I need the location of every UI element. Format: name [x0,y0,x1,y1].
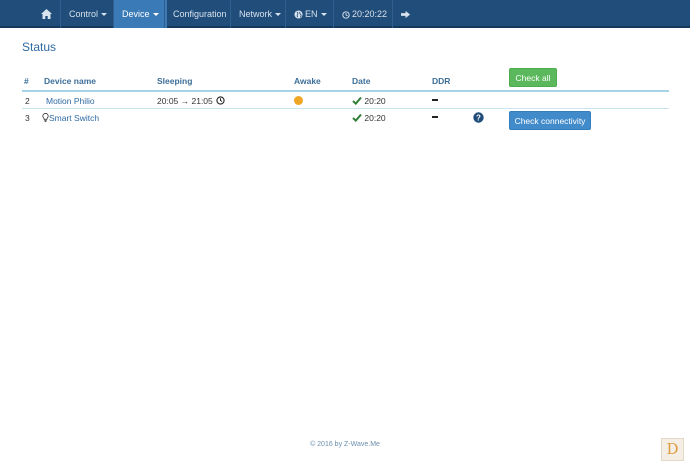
top-navbar: Control Device Configuration Network EN … [0,0,690,28]
awake-indicator-dot [294,96,303,105]
home-icon [41,9,52,19]
nav-home[interactable] [32,0,60,28]
caret-down-icon [320,13,327,17]
lightbulb-icon [42,113,49,123]
header-divider [22,90,669,92]
header-sleeping: Sleeping [157,76,193,86]
nav-control[interactable]: Control [60,0,115,28]
header-date: Date [352,76,371,86]
row-divider [22,108,669,109]
nav-clock-time: 20:20:22 [352,9,388,19]
globe-icon [294,10,303,19]
sleeping-interval-text: 20:05 → 21:05 [157,96,213,106]
device-name-text: Smart Switch [49,113,100,123]
caret-down-icon [101,13,108,17]
row-num: 3 [25,113,30,123]
nav-configuration-label: Configuration [173,9,227,19]
footer-copyright: © 2016 by Z-Wave.Me [310,441,380,448]
header-ddr: DDR [432,76,451,86]
corner-badge[interactable]: D [661,438,684,461]
question-icon[interactable]: ? [473,112,484,123]
check-connectivity-button[interactable]: Check connectivity [509,111,591,130]
date-cell: 20:20 [352,96,386,106]
nav-network-label: Network [239,9,273,19]
check-all-button[interactable]: Check all [509,68,557,87]
logout-icon [401,11,411,19]
check-icon [352,114,362,123]
date-text: 20:20 [364,113,386,123]
clock-icon [342,10,350,19]
check-icon [352,97,362,106]
nav-clock: 20:20:22 [333,0,395,28]
nav-network[interactable]: Network [230,0,289,28]
date-cell: 20:20 [352,113,386,123]
device-name-link[interactable]: Motion Philio [46,96,95,106]
sleeping-interval: 20:05 → 21:05 [157,96,225,106]
caret-down-icon [275,13,282,17]
caret-down-icon [152,13,159,17]
ddr-dash [432,99,438,101]
header-device-name: Device name [44,76,96,86]
nav-language-label: EN [305,9,318,19]
nav-language[interactable]: EN [285,0,335,28]
row-num: 2 [25,96,30,106]
nav-control-label: Control [69,9,99,19]
clock-icon [216,96,225,105]
nav-device-label: Device [122,9,150,19]
date-text: 20:20 [364,96,386,106]
nav-configuration[interactable]: Configuration [164,0,235,28]
nav-logout[interactable] [392,0,419,28]
page-title: Status [22,40,57,54]
ddr-dash [432,116,438,118]
device-name-link[interactable]: Smart Switch [42,113,99,123]
header-awake: Awake [294,76,321,86]
header-num: # [24,76,29,86]
svg-text:?: ? [476,114,481,123]
nav-device[interactable]: Device [113,0,167,28]
